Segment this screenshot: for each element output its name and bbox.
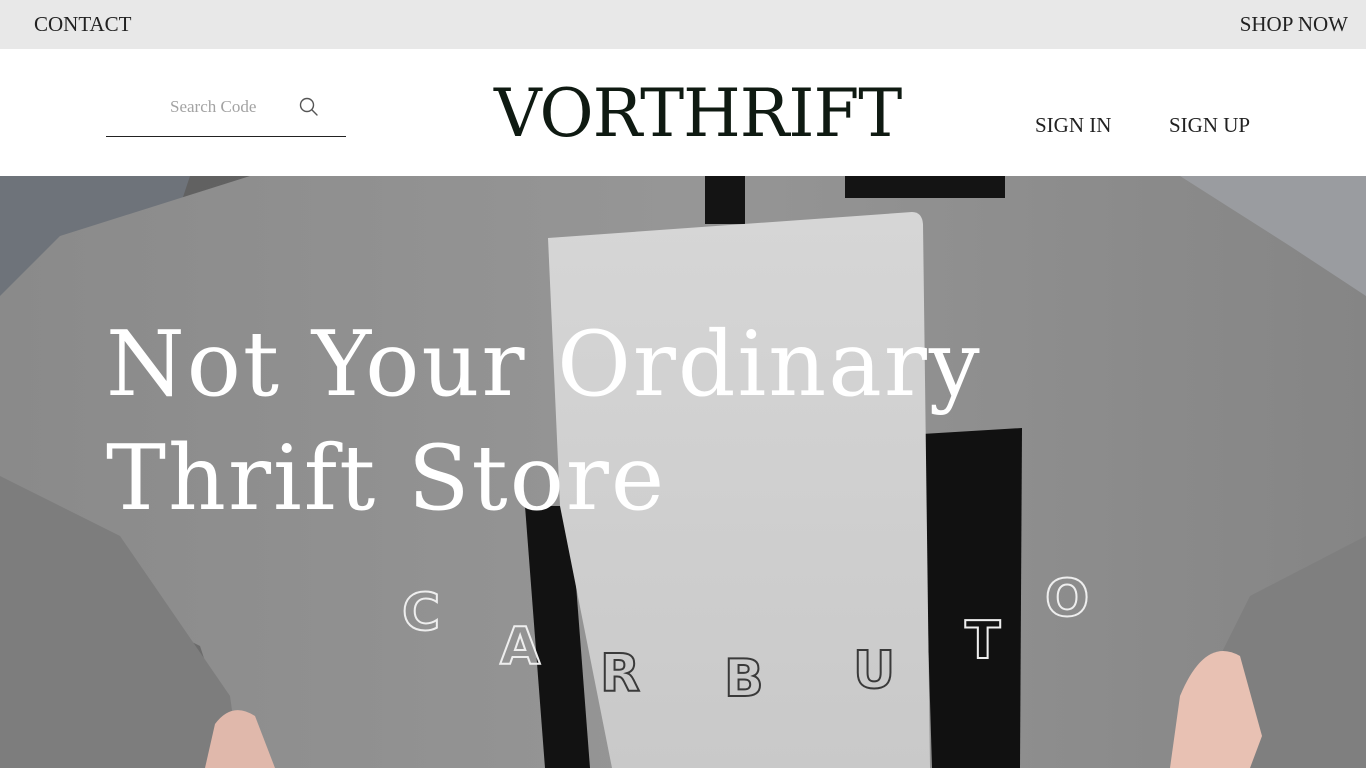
print-letter-u: U (853, 641, 895, 701)
print-letter-a: A (500, 617, 540, 677)
print-letter-b: B (724, 649, 764, 709)
hero-banner: C A R B U T O Not Your Ordinary Thrift S… (0, 176, 1366, 768)
print-letter-c: C (402, 583, 440, 643)
hero-headline-line-2: Thrift Store (106, 426, 667, 531)
contact-link[interactable]: CONTACT (34, 12, 131, 37)
print-letter-o: O (1045, 569, 1089, 629)
top-utility-bar: CONTACT SHOP NOW (0, 0, 1366, 49)
sign-up-link[interactable]: SIGN UP (1169, 113, 1250, 138)
shop-now-link[interactable]: SHOP NOW (1240, 12, 1348, 37)
print-letter-r: R (600, 644, 640, 704)
search-icon[interactable] (298, 96, 320, 118)
print-letter-t: T (965, 611, 1001, 671)
site-logo[interactable]: VORTHRIFT (494, 79, 902, 149)
hero-headline: Not Your Ordinary Thrift Store (106, 308, 982, 536)
search-input[interactable] (168, 93, 288, 121)
sign-in-link[interactable]: SIGN IN (1035, 113, 1111, 138)
site-header: VORTHRIFT SIGN IN SIGN UP (0, 49, 1366, 176)
search-box (106, 85, 346, 137)
hero-headline-line-1: Not Your Ordinary (106, 312, 982, 417)
